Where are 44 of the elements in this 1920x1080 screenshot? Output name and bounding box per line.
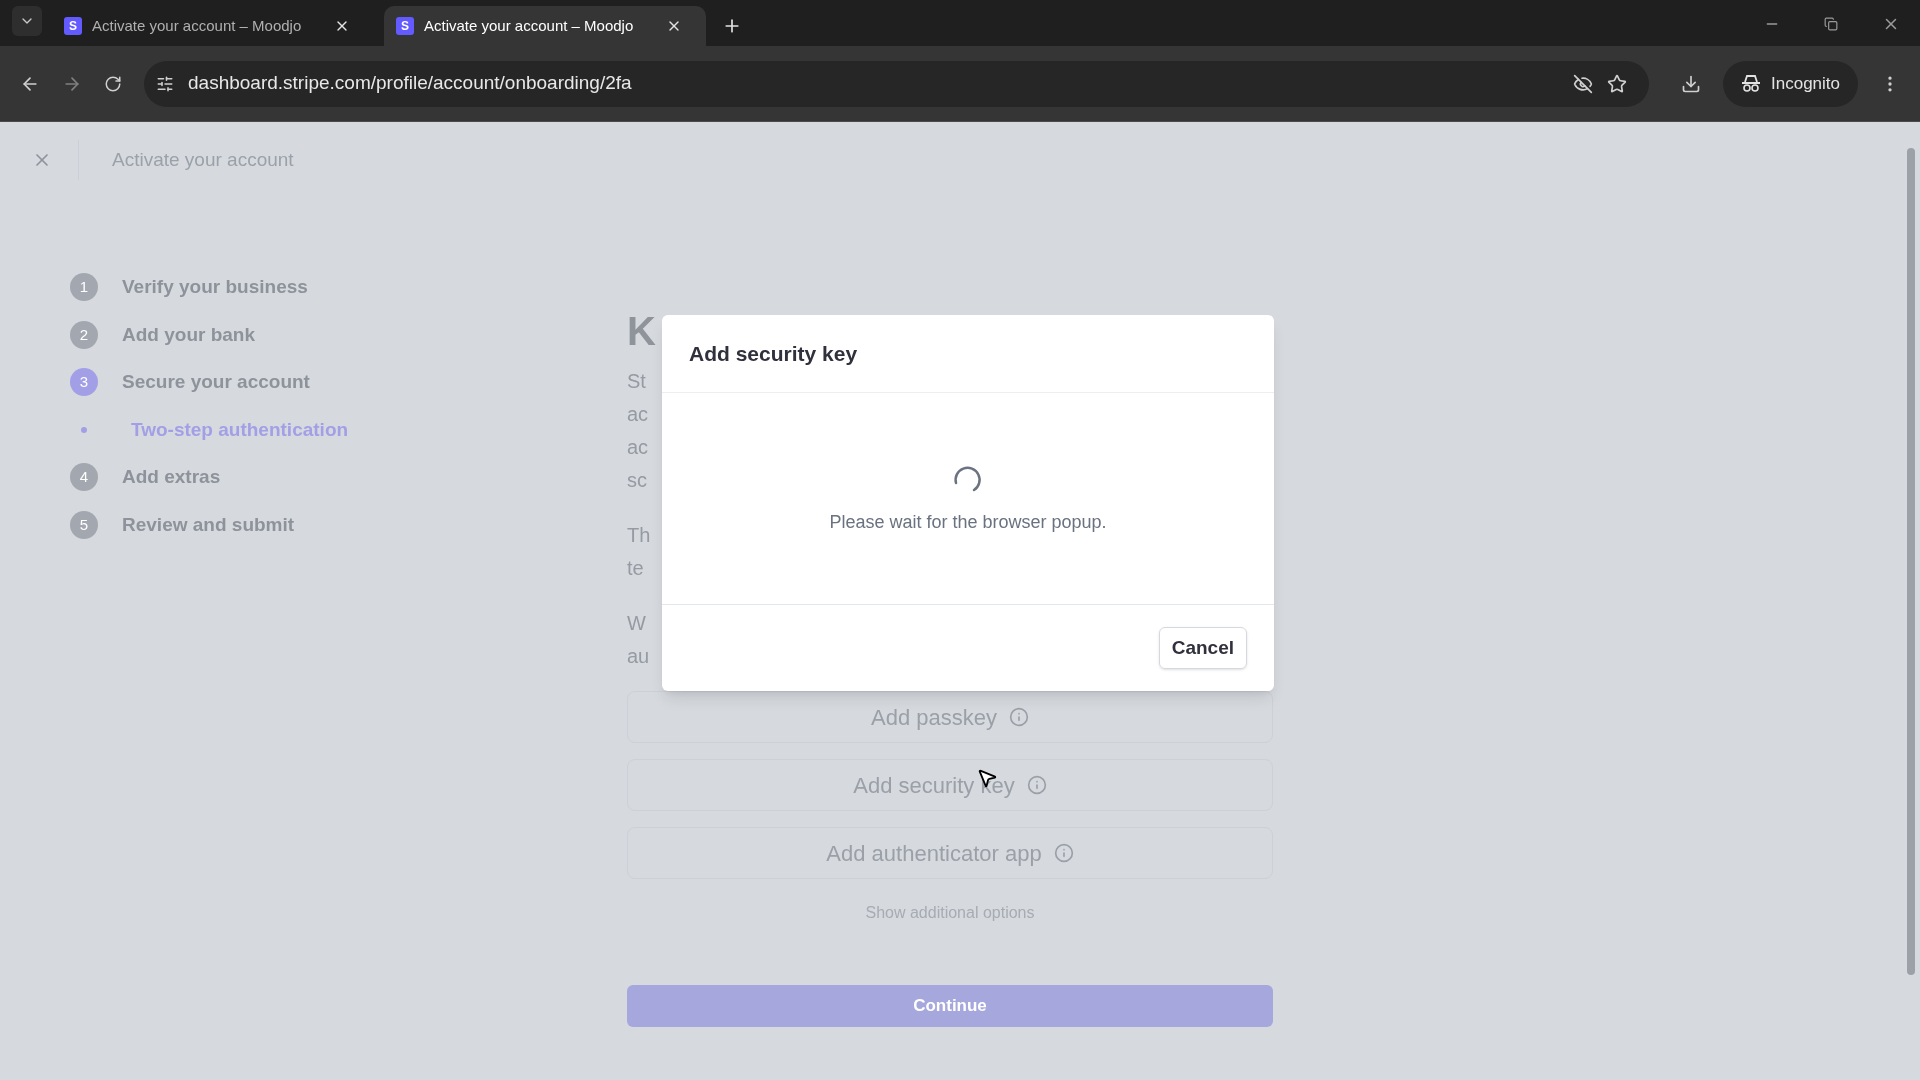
text-fragment: W xyxy=(627,611,646,636)
continue-button[interactable]: Continue xyxy=(627,985,1273,1027)
step-label[interactable]: Review and submit xyxy=(122,510,295,539)
text-fragment: ac xyxy=(627,402,649,427)
tab-title: Activate your account – Moodjo xyxy=(92,15,303,36)
dialog-message: Please wait for the browser popup. xyxy=(829,511,1107,534)
step-label[interactable]: Secure your account xyxy=(122,368,310,397)
cancel-button[interactable]: Cancel xyxy=(1158,627,1247,669)
dialog-title: Add security key xyxy=(689,340,858,367)
step-number: 4 xyxy=(70,463,98,492)
heading-fragment: K xyxy=(627,308,656,355)
step-number: 2 xyxy=(70,320,98,349)
tab-list-button[interactable] xyxy=(12,6,42,36)
incognito-hat-icon xyxy=(1741,74,1761,93)
text-fragment: Th xyxy=(627,523,651,548)
step-number: 1 xyxy=(70,273,98,302)
option-button[interactable]: Add passkey xyxy=(627,691,1273,743)
favicon-icon: S xyxy=(396,17,414,35)
step-label[interactable]: Add extras xyxy=(122,463,221,492)
step-number: 5 xyxy=(70,510,98,539)
step-number: 3 xyxy=(70,368,98,397)
step-label[interactable]: Verify your business xyxy=(122,273,308,302)
text-fragment: St xyxy=(627,369,646,394)
reload-icon[interactable] xyxy=(104,74,122,93)
incognito-button[interactable]: Incognito xyxy=(1723,60,1858,107)
step-label[interactable]: Add your bank xyxy=(122,320,255,349)
tab-title: Activate your account – Moodjo xyxy=(424,15,635,36)
substep-label[interactable]: Two-step authentication xyxy=(131,415,349,444)
text-fragment: sc xyxy=(627,468,647,493)
browser-tab[interactable]: S Activate your account – Moodjo xyxy=(52,6,374,46)
option-button[interactable]: Add authenticator app xyxy=(627,827,1273,879)
browser-tab[interactable]: S Activate your account – Moodjo xyxy=(384,6,706,46)
site-settings-icon[interactable] xyxy=(156,74,174,93)
download-icon[interactable] xyxy=(1681,73,1701,94)
eye-off-icon[interactable] xyxy=(1573,73,1593,94)
favicon-icon: S xyxy=(64,17,82,35)
bookmark-star-icon[interactable] xyxy=(1607,73,1627,94)
text-fragment: te xyxy=(627,556,644,581)
page-title: Activate your account xyxy=(112,147,294,172)
address-bar[interactable]: dashboard.stripe.com/profile/account/onboarding/2fa xyxy=(144,60,1649,107)
restore-icon[interactable] xyxy=(1824,17,1838,31)
text-fragment: ac xyxy=(627,435,649,460)
url-text: dashboard.stripe.com/profile/account/onboarding/2fa xyxy=(188,71,633,96)
text-fragment: au xyxy=(627,644,650,669)
